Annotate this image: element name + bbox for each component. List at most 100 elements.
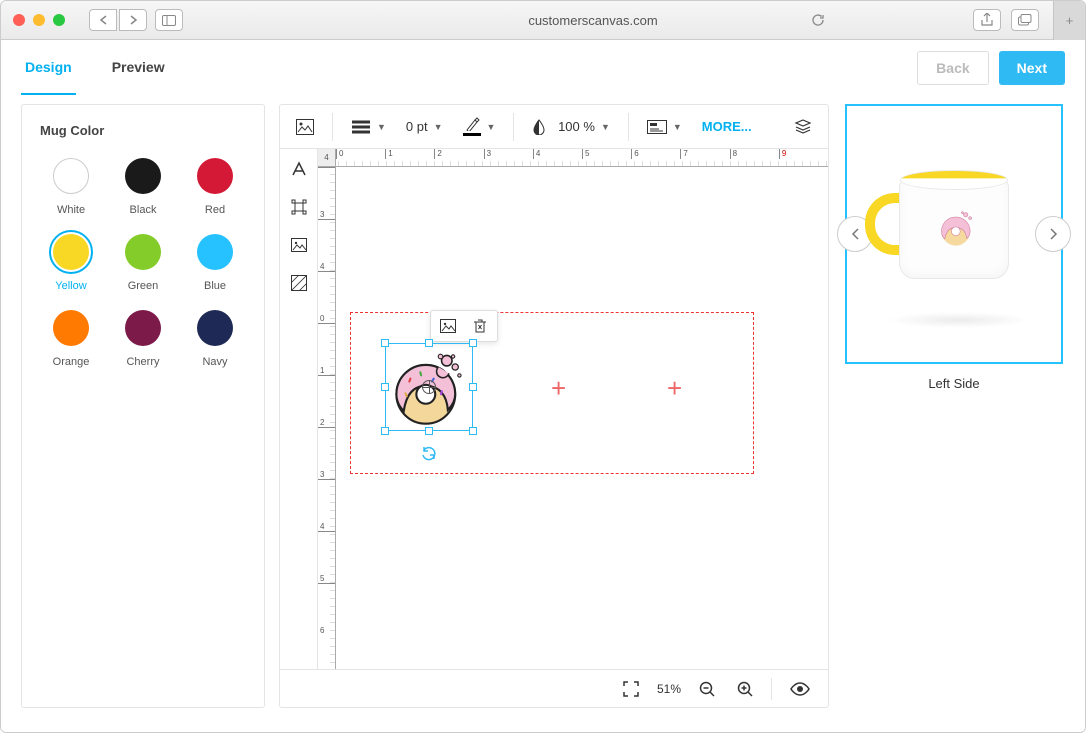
zoom-in-button[interactable] — [733, 677, 757, 701]
preview-panel: Left Side — [843, 104, 1065, 708]
image-insert-tool[interactable] — [289, 235, 309, 255]
color-label: White — [57, 204, 85, 216]
text-tool[interactable] — [289, 159, 309, 179]
fit-to-screen-button[interactable] — [619, 677, 643, 701]
separator — [332, 113, 333, 141]
color-label: Navy — [202, 356, 227, 368]
ruler-vertical: 340123456 — [318, 167, 336, 669]
new-tab-button[interactable]: + — [1053, 1, 1085, 40]
fullscreen-window-button[interactable] — [53, 14, 65, 26]
selected-object[interactable] — [385, 343, 473, 431]
separator — [771, 678, 772, 700]
mug-color-title: Mug Color — [30, 123, 256, 154]
color-label: Black — [130, 204, 157, 216]
preview-label: Left Side — [928, 364, 979, 403]
nav-buttons — [89, 9, 147, 31]
tab-design[interactable]: Design — [21, 41, 76, 95]
color-label: Yellow — [55, 280, 86, 292]
editor-toolbar: ▼ 0 pt▼ ▼ 100 %▼ ▼ MORE... — [280, 105, 828, 149]
color-green[interactable]: Green — [110, 230, 176, 292]
reload-button[interactable] — [811, 13, 825, 27]
mug-rim — [900, 170, 1008, 190]
mug-body — [899, 179, 1009, 279]
color-label: Blue — [204, 280, 226, 292]
color-yellow[interactable]: Yellow — [38, 230, 104, 292]
forward-nav-button[interactable] — [119, 9, 147, 31]
replace-image-button[interactable] — [439, 317, 457, 335]
editor-row: 4 0123456789 340123456 + + — [280, 149, 828, 669]
ruler-horizontal: 0123456789 — [336, 149, 828, 167]
stroke-width-button[interactable]: 0 pt▼ — [398, 113, 451, 140]
ruler-origin: 4 — [318, 149, 336, 167]
canvas-area[interactable]: + + — [336, 167, 828, 669]
opacity-value: 100 % — [558, 119, 595, 134]
mug-handle — [865, 193, 903, 255]
preview-box — [845, 104, 1063, 364]
traffic-lights — [13, 14, 65, 26]
rotate-handle[interactable] — [420, 444, 438, 462]
resize-handle-tr[interactable] — [469, 339, 477, 347]
color-label: Red — [205, 204, 225, 216]
color-cherry[interactable]: Cherry — [110, 306, 176, 368]
app-tabs: Design Preview — [21, 41, 169, 95]
color-red[interactable]: Red — [182, 154, 248, 216]
url-text: customerscanvas.com — [528, 13, 657, 28]
minimize-window-button[interactable] — [33, 14, 45, 26]
header-buttons: Back Next — [917, 51, 1065, 85]
pattern-tool[interactable] — [289, 273, 309, 293]
more-button[interactable]: MORE... — [694, 113, 760, 140]
delete-button[interactable] — [471, 317, 489, 335]
preview-eye-button[interactable] — [786, 678, 814, 700]
resize-handle-tl[interactable] — [381, 339, 389, 347]
resize-handle-mr[interactable] — [469, 383, 477, 391]
shape-tool[interactable] — [289, 197, 309, 217]
back-nav-button[interactable] — [89, 9, 117, 31]
separator — [628, 113, 629, 141]
lines-style-button[interactable]: ▼ — [343, 114, 394, 140]
canvas-wrap[interactable]: 4 0123456789 340123456 + + — [318, 149, 828, 669]
align-button[interactable]: ▼ — [639, 114, 690, 140]
color-blue[interactable]: Blue — [182, 230, 248, 292]
app-header: Design Preview Back Next — [1, 40, 1085, 96]
fill-color-button[interactable]: ▼ — [455, 111, 504, 142]
layers-button[interactable] — [786, 112, 820, 142]
app: Design Preview Back Next Mug Color White… — [1, 40, 1085, 732]
context-toolbar — [430, 310, 498, 342]
preview-next-button[interactable] — [1035, 216, 1071, 252]
resize-handle-bl[interactable] — [381, 427, 389, 435]
color-label: Orange — [53, 356, 90, 368]
color-orange[interactable]: Orange — [38, 306, 104, 368]
share-button[interactable] — [973, 9, 1001, 31]
browser-window: customerscanvas.com + Design Preview Bac… — [0, 0, 1086, 733]
color-white[interactable]: White — [38, 154, 104, 216]
url-bar[interactable]: customerscanvas.com — [313, 13, 873, 28]
resize-handle-br[interactable] — [469, 427, 477, 435]
resize-handle-tm[interactable] — [425, 339, 433, 347]
color-label: Cherry — [126, 356, 159, 368]
mug-donut-artwork — [936, 206, 980, 250]
color-black[interactable]: Black — [110, 154, 176, 216]
tabs-button[interactable] — [1011, 9, 1039, 31]
zoom-level: 51% — [657, 682, 681, 696]
app-body: Mug Color White Black Red Yellow Green Blue Or… — [1, 96, 1085, 732]
color-navy[interactable]: Navy — [182, 306, 248, 368]
color-label: Green — [128, 280, 159, 292]
browser-right-controls: + — [973, 1, 1073, 40]
back-button[interactable]: Back — [917, 51, 988, 85]
tab-preview[interactable]: Preview — [108, 41, 169, 95]
sidebar-toggle-button[interactable] — [155, 9, 183, 31]
editor-panel: ▼ 0 pt▼ ▼ 100 %▼ ▼ MORE... — [279, 104, 829, 708]
zoom-out-button[interactable] — [695, 677, 719, 701]
close-window-button[interactable] — [13, 14, 25, 26]
resize-handle-ml[interactable] — [381, 383, 389, 391]
next-button[interactable]: Next — [999, 51, 1065, 85]
resize-handle-bm[interactable] — [425, 427, 433, 435]
center-mark-icon: + — [551, 373, 566, 404]
mug-color-panel: Mug Color White Black Red Yellow Green Blue Or… — [21, 104, 265, 708]
mug-preview — [899, 179, 1009, 279]
object-center-mark — [422, 380, 436, 394]
image-tool-button[interactable] — [288, 113, 322, 141]
mug-shadow — [887, 312, 1031, 328]
separator — [513, 113, 514, 141]
opacity-button[interactable]: 100 %▼ — [524, 113, 617, 141]
